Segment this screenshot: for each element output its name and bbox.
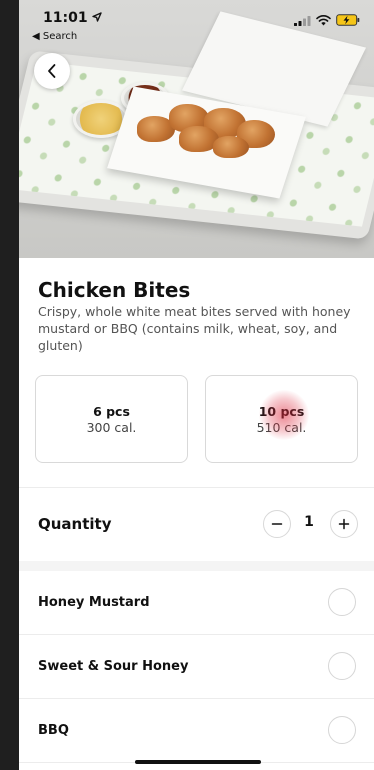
sauce-radio-button[interactable]	[328, 652, 356, 680]
sauce-option-bbq[interactable]: BBQ	[19, 699, 374, 763]
chevron-left-icon	[48, 64, 56, 78]
quantity-decrease-button[interactable]	[263, 510, 291, 538]
product-description: Crispy, whole white meat bites served wi…	[38, 304, 351, 353]
sauce-option-label: Sweet & Sour Honey	[38, 659, 189, 674]
status-time: 11:01	[43, 10, 103, 26]
minus-icon	[271, 523, 283, 525]
sauce-option-label: BBQ	[38, 723, 69, 738]
size-option-pcs: 6 pcs	[93, 403, 130, 419]
location-arrow-icon	[92, 12, 103, 22]
size-option-calories: 300 cal.	[86, 419, 137, 435]
status-back-link[interactable]: ◀ Search	[32, 31, 77, 42]
quantity-label: Quantity	[38, 515, 112, 533]
status-back-label: Search	[42, 31, 78, 42]
quantity-value: 1	[304, 514, 314, 530]
back-button[interactable]	[34, 53, 70, 89]
battery-charging-icon	[336, 14, 360, 26]
status-indicators	[294, 14, 360, 26]
sauce-radio-button[interactable]	[328, 588, 356, 616]
size-option-10-pcs[interactable]: 10 pcs 510 cal.	[205, 375, 358, 463]
quantity-increase-button[interactable]	[330, 510, 358, 538]
sauce-radio-button[interactable]	[328, 716, 356, 744]
product-title: Chicken Bites	[38, 278, 191, 302]
sauce-option-label: Honey Mustard	[38, 595, 150, 610]
section-separator	[19, 561, 374, 571]
plus-icon	[338, 518, 350, 530]
product-screen: 11:01 ◀ Search Chicken Bites Crispy, who…	[19, 0, 374, 770]
size-option-6-pcs[interactable]: 6 pcs 300 cal.	[35, 375, 188, 463]
signal-icon	[294, 15, 311, 26]
sauce-option-honey-mustard[interactable]: Honey Mustard	[19, 571, 374, 635]
size-option-calories: 510 cal.	[256, 419, 307, 435]
back-triangle-icon: ◀	[32, 31, 40, 42]
size-option-pcs: 10 pcs	[258, 403, 305, 419]
wifi-icon	[316, 14, 331, 25]
nugget	[213, 136, 249, 158]
home-indicator[interactable]	[135, 760, 261, 764]
status-time-text: 11:01	[43, 10, 88, 26]
sauce-option-sweet-sour-honey[interactable]: Sweet & Sour Honey	[19, 635, 374, 699]
divider	[19, 487, 374, 488]
